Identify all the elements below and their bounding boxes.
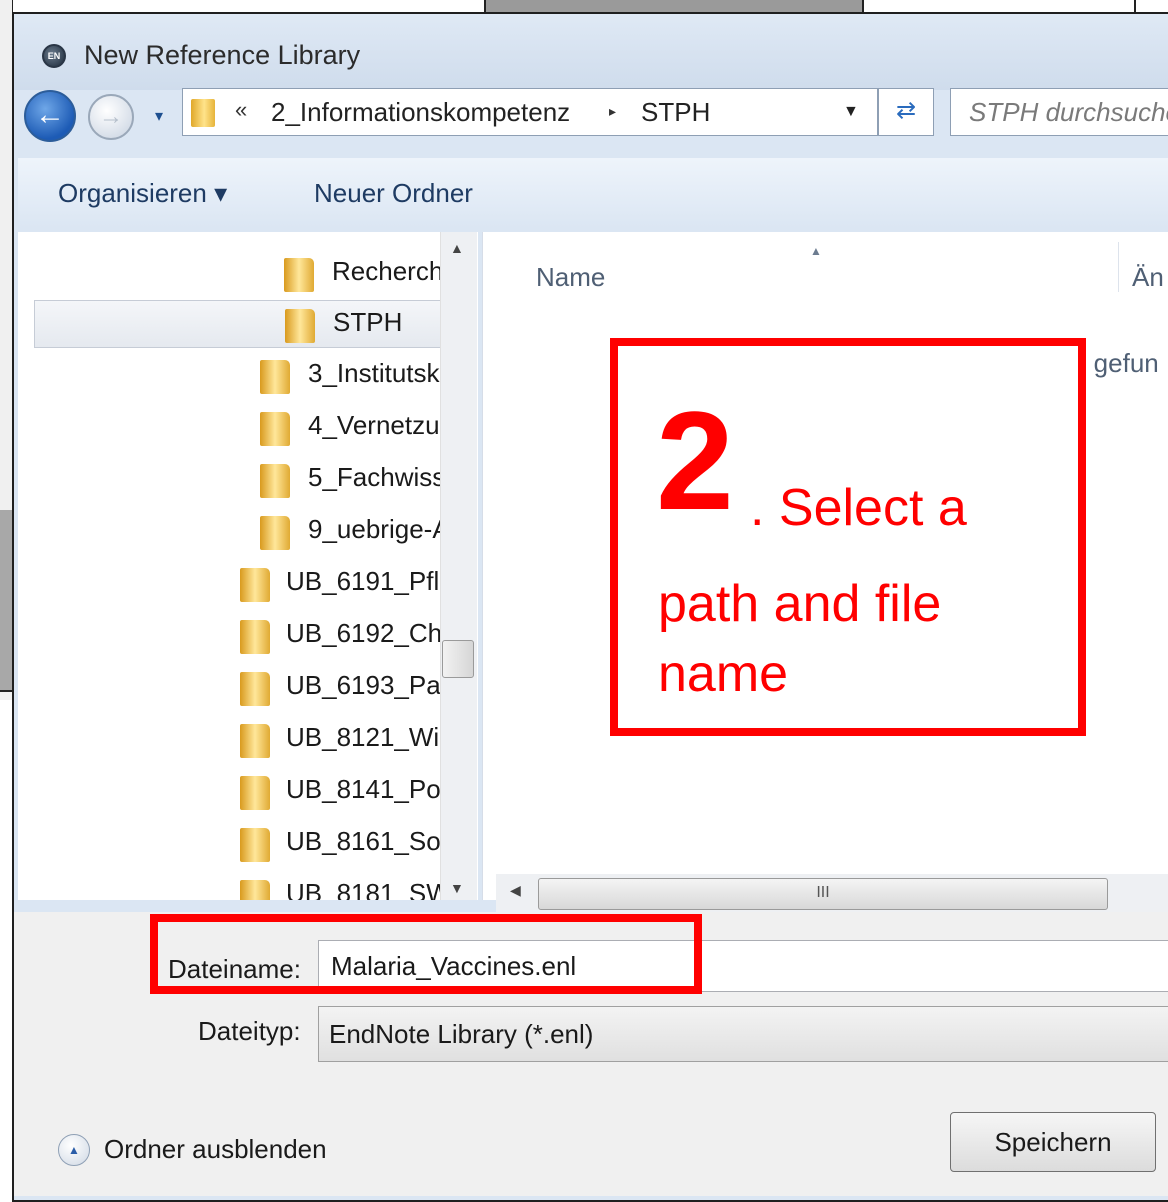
breadcrumb-segment[interactable]: 2_Informationskompetenz <box>271 97 570 128</box>
filetype-label: Dateityp: <box>198 1016 301 1046</box>
tree-item-selected[interactable]: STPH <box>34 300 474 348</box>
folder-icon <box>240 776 270 810</box>
folder-icon <box>260 464 290 498</box>
title-bar: EN New Reference Library <box>14 14 1168 90</box>
sort-ascending-icon: ▲ <box>810 244 822 258</box>
folder-icon <box>240 620 270 654</box>
breadcrumb-separator-icon[interactable]: ▸ <box>609 103 616 120</box>
collapse-up-icon[interactable]: ▲ <box>58 1134 90 1166</box>
tree-item[interactable]: UB_8121_Wirt <box>18 716 458 764</box>
folder-icon <box>240 724 270 758</box>
tree-item-label: UB_8161_Sozi <box>286 826 460 856</box>
folder-icon <box>240 880 270 900</box>
tree-item-label: 9_uebrige-A <box>308 514 450 544</box>
scrollbar-thumb[interactable]: III <box>538 878 1108 910</box>
scroll-up-arrow-icon[interactable]: ▲ <box>450 240 464 256</box>
tree-item-label: UB_6191_Pfle <box>286 566 454 596</box>
tree-item-label: UB_6192_Chir <box>286 618 457 648</box>
scroll-down-arrow-icon[interactable]: ▼ <box>450 880 464 896</box>
refresh-icon[interactable]: ⇄ <box>878 88 934 136</box>
tree-item[interactable]: 3_Institutsk <box>18 352 458 400</box>
folder-icon <box>260 516 290 550</box>
hide-folders-button[interactable]: Ordner ausblenden <box>104 1134 327 1165</box>
filetype-select[interactable]: EndNote Library (*.enl) <box>318 1006 1168 1062</box>
tree-item-label: Recherche <box>332 256 458 286</box>
tree-item[interactable]: UB_6193_Path <box>18 664 462 712</box>
tree-item-label: UB_6193_Path <box>286 670 463 700</box>
folder-icon <box>240 828 270 862</box>
endnote-app-icon: EN <box>42 44 66 68</box>
tree-item-label: 4_Vernetzur <box>308 410 449 440</box>
tree-item[interactable]: Recherche <box>18 250 458 298</box>
tree-item-label: UB_8141_Polit <box>286 774 460 804</box>
search-input[interactable]: STPH durchsuchen <box>950 88 1168 136</box>
scrollbar-thumb[interactable] <box>442 640 474 678</box>
window-title: New Reference Library <box>84 40 361 70</box>
folder-icon <box>285 309 315 343</box>
folder-icon <box>260 412 290 446</box>
tree-item[interactable]: UB_8141_Polit <box>18 768 460 816</box>
address-dropdown-icon[interactable]: ▼ <box>843 103 859 121</box>
breadcrumb-segment[interactable]: STPH <box>641 97 710 128</box>
tree-item-label: UB_8121_Wirt <box>286 722 456 752</box>
folder-icon <box>240 568 270 602</box>
folder-icon <box>284 258 314 292</box>
save-button[interactable]: Speichern <box>950 1112 1156 1172</box>
tree-item[interactable]: UB_8161_Sozi <box>18 820 460 868</box>
recent-locations-chevron-icon[interactable]: ▾ <box>146 104 172 130</box>
column-header-name[interactable]: Name <box>536 262 605 293</box>
organize-menu-button[interactable]: Organisieren ▾ <box>58 178 227 209</box>
navigation-pane[interactable]: Recherche STPH 3_Institutsk 4_Vernetzur … <box>18 232 478 900</box>
tree-item-label: 3_Institutsk <box>308 358 440 388</box>
tree-item-label: STPH <box>333 307 403 337</box>
forward-arrow-icon[interactable]: → <box>88 94 134 140</box>
folder-icon <box>240 672 270 706</box>
annotation-text-line: . Select a <box>750 479 967 537</box>
vertical-scrollbar[interactable] <box>440 232 477 900</box>
folder-icon <box>260 360 290 394</box>
tree-item[interactable]: 5_Fachwisse <box>18 456 460 504</box>
command-toolbar: Organisieren ▾ Neuer Ordner <box>18 158 1168 228</box>
tree-item[interactable]: UB_6191_Pfle <box>18 560 458 608</box>
address-bar[interactable]: « 2_Informationskompetenz ▸ STPH ▼ <box>182 88 878 136</box>
folder-icon <box>191 99 215 127</box>
tree-item[interactable]: 4_Vernetzur <box>18 404 458 452</box>
annotation-highlight-box <box>150 914 702 994</box>
annotation-text-line: name <box>658 645 789 703</box>
column-divider[interactable] <box>1118 242 1119 292</box>
tree-item-label: 5_Fachwisse <box>308 462 460 492</box>
tree-item[interactable]: UB_6192_Chir <box>18 612 458 660</box>
annotation-step-number: 2 <box>656 382 734 539</box>
tree-item[interactable]: UB_8181_SWA <box>18 872 467 900</box>
annotation-text-line: path and file <box>658 575 942 633</box>
breadcrumb-overflow[interactable]: « <box>235 97 247 123</box>
column-header-date[interactable]: Än <box>1132 262 1164 293</box>
scroll-left-arrow-icon[interactable]: ◀ <box>510 882 521 899</box>
new-folder-button[interactable]: Neuer Ordner <box>314 178 473 209</box>
tree-item[interactable]: 9_uebrige-A <box>18 508 458 556</box>
back-arrow-icon[interactable]: ← <box>24 90 76 142</box>
